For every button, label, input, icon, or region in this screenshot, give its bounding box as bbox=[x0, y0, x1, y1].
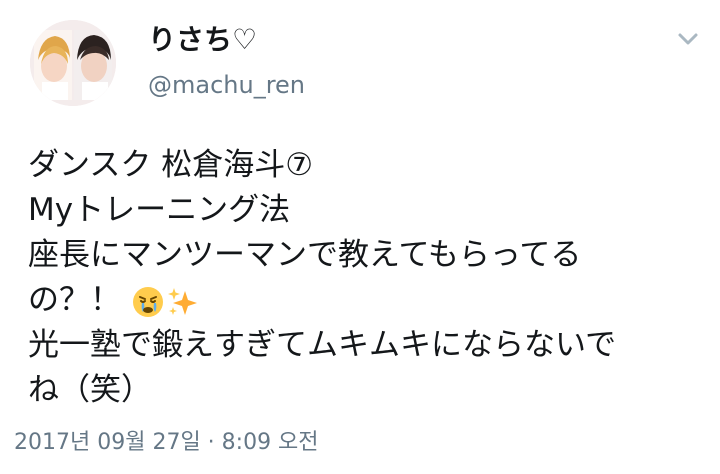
tweet-card: りさち♡ @machu_ren ダンスク 松倉海斗⑦ Myトレーニング法 座長に… bbox=[0, 0, 720, 474]
tweet-text-line: Myトレーニング法 bbox=[28, 192, 291, 228]
tweet-text: ダンスク 松倉海斗⑦ Myトレーニング法 座長にマンツーマンで教えてもらってる … bbox=[28, 143, 708, 413]
crying-face-emoji bbox=[133, 286, 163, 317]
author-display-name[interactable]: りさち♡ bbox=[148, 22, 305, 58]
tweet-text-line: 座長にマンツーマンで教えてもらってる bbox=[28, 237, 582, 273]
author-handle[interactable]: @machu_ren bbox=[148, 68, 305, 102]
sparkles-emoji bbox=[168, 287, 197, 315]
profile-avatar-icon[interactable] bbox=[30, 20, 116, 106]
chevron-down-icon[interactable] bbox=[676, 30, 700, 48]
tweet-text-line: ね（笑） bbox=[28, 372, 152, 408]
emoji-group bbox=[131, 285, 199, 319]
tweet-author[interactable]: りさち♡ @machu_ren bbox=[148, 22, 305, 102]
tweet-text-line: の？！ bbox=[28, 282, 121, 318]
tweet-text-line: 光一塾で鍛えすぎてムキムキにならないで bbox=[28, 327, 617, 363]
tweet-text-line-with-emoji: の？！ bbox=[28, 278, 708, 323]
tweet-timestamp[interactable]: 2017년 09월 27일 · 8:09 오전 bbox=[14, 428, 319, 458]
tweet-text-line: ダンスク 松倉海斗⑦ bbox=[28, 147, 314, 183]
